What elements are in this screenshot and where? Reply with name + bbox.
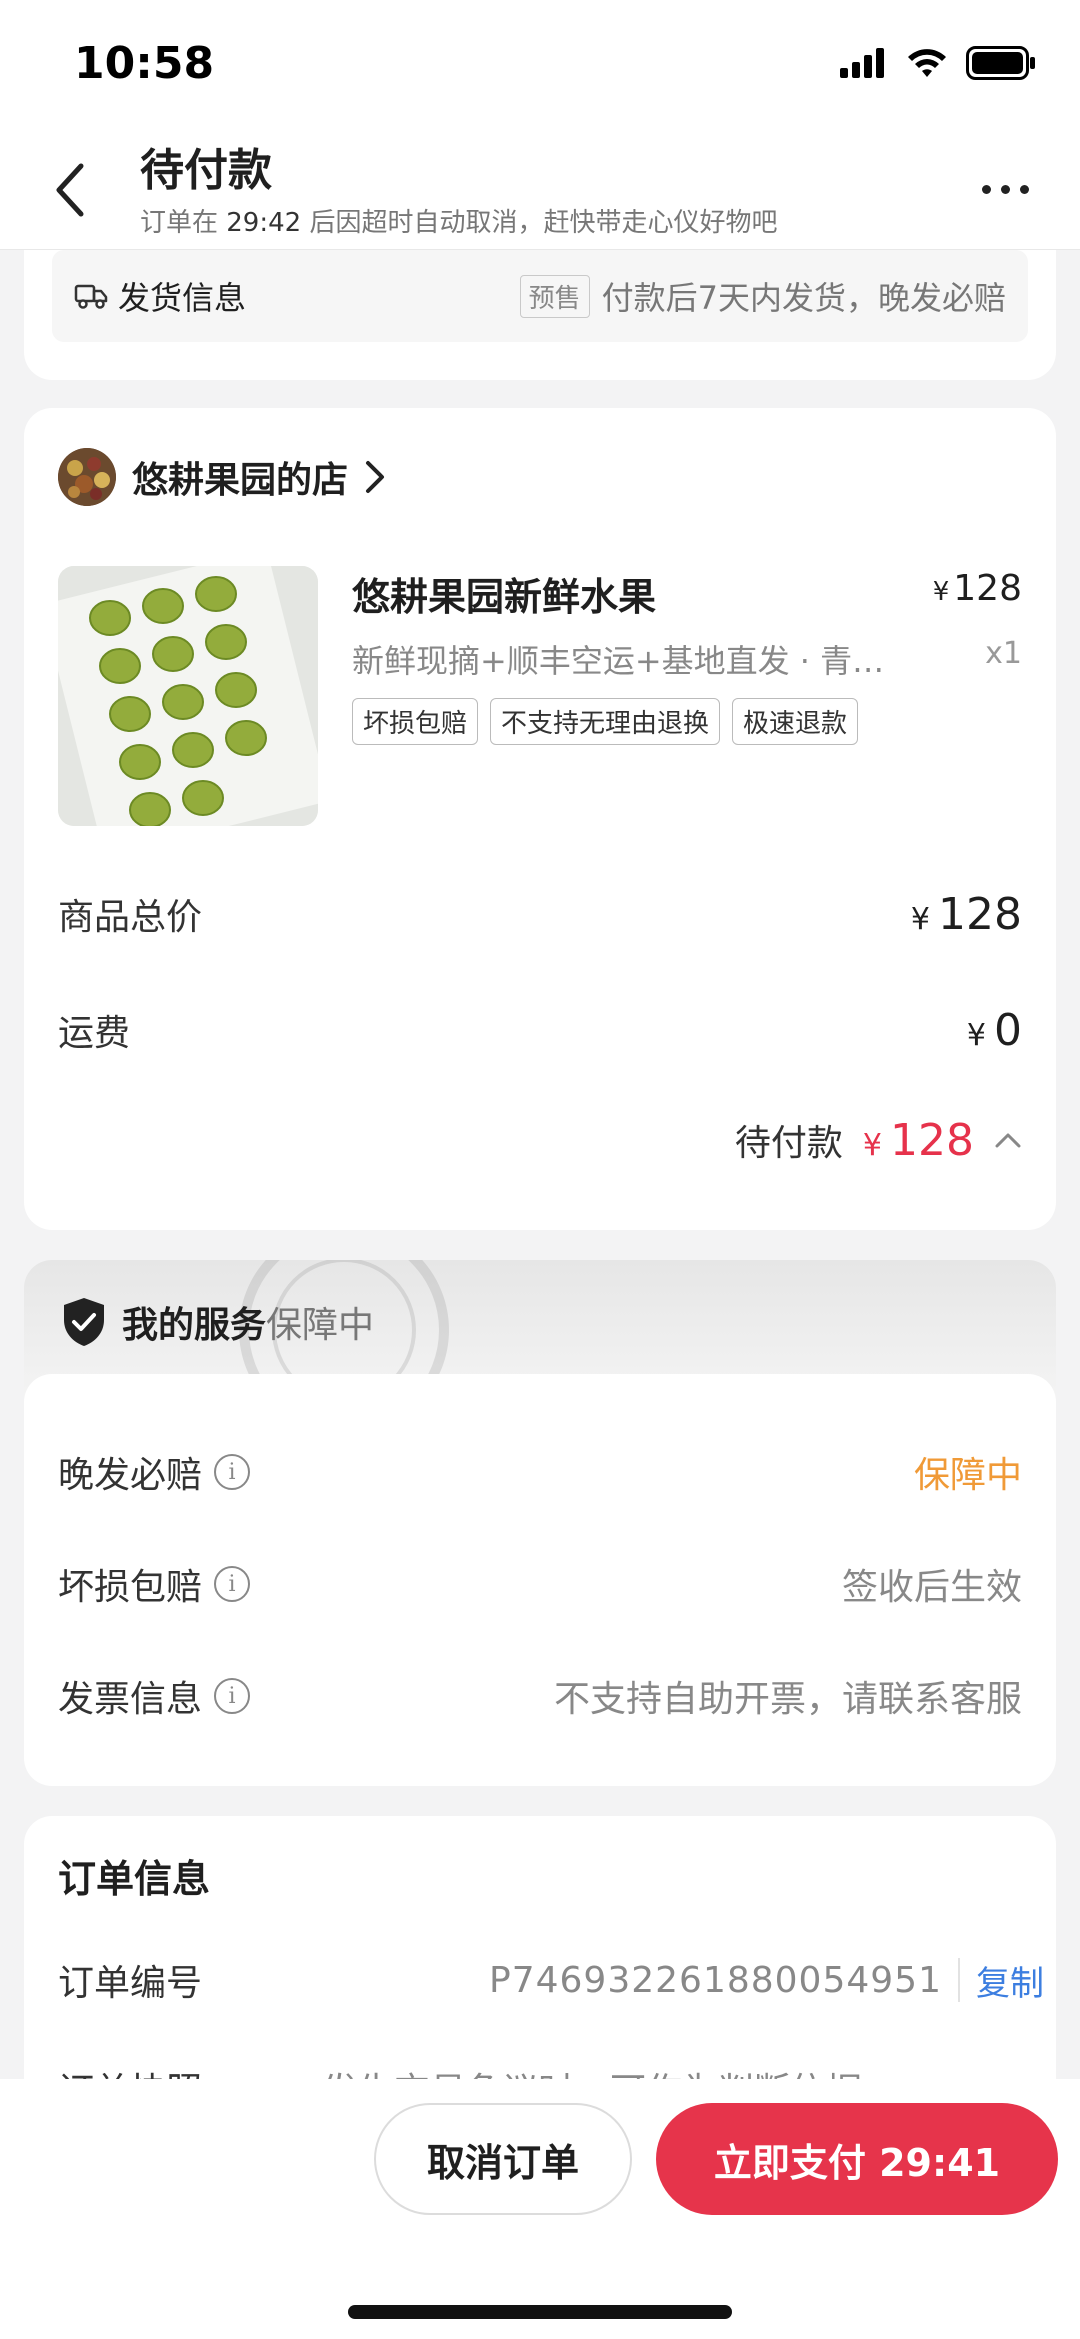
product-tags: 坏损包赔 不支持无理由退换 极速退款: [352, 698, 859, 745]
shop-name: 悠耕果园的店: [132, 460, 349, 501]
service-label: 坏损包赔 i: [58, 1558, 251, 1610]
total-price-amount: 128: [938, 888, 1022, 940]
service-row-damage[interactable]: 坏损包赔 i 签收后生效: [58, 1558, 1022, 1610]
copy-order-number-button[interactable]: 复制: [976, 1956, 1044, 2005]
tag-fast-refund: 极速退款: [732, 698, 859, 745]
total-price-row: 商品总价 ¥128: [58, 888, 1022, 940]
shipping-detail: 预售 付款后7天内发货，晚发必赔: [519, 273, 1006, 319]
pending-payment-value: ¥128: [863, 1115, 974, 1166]
shop-avatar: [58, 448, 116, 506]
order-number-label: 订单编号: [58, 1963, 203, 2004]
status-icons: [840, 46, 1036, 80]
shipping-fee-amount: 0: [994, 1004, 1022, 1056]
divider: [958, 1958, 960, 2002]
service-title: 我的服务 保障中: [60, 1296, 374, 1348]
status-time: 10:58: [74, 38, 215, 89]
shipping-fee-row: 运费 ¥0: [58, 1004, 1022, 1056]
service-label: 发票信息 i: [58, 1670, 251, 1722]
notice-countdown: 29:42: [226, 208, 302, 238]
product-image[interactable]: [58, 566, 318, 826]
product-quantity: x1: [985, 636, 1022, 671]
damage-status: 签收后生效: [841, 1567, 1022, 1608]
service-row-invoice[interactable]: 发票信息 i 不支持自助开票，请联系客服: [58, 1670, 1022, 1722]
cellular-signal-icon: [840, 48, 884, 78]
pending-payment-toggle[interactable]: 待付款 ¥128: [735, 1114, 1022, 1166]
shipping-fee-label: 运费: [58, 1013, 131, 1054]
shop-order-card: 悠耕果园的店 悠耕果园新鲜水果 ¥ 128 新鲜现摘+顺丰空运+基地直发 · 青…: [24, 408, 1056, 1230]
chevron-up-icon: [995, 1133, 1021, 1148]
product-price: ¥128: [933, 568, 1022, 609]
service-row-late-delivery[interactable]: 晚发必赔 i 保障中: [58, 1446, 1022, 1498]
pending-payment-label: 待付款: [734, 1123, 843, 1164]
more-options-button[interactable]: [970, 164, 1040, 214]
invoice-status: 不支持自助开票，请联系客服: [553, 1679, 1022, 1720]
page-header: 待付款 订单在 29:42 后因超时自动取消，赶快带走心仪好物吧: [0, 130, 1080, 250]
currency-symbol: ¥: [932, 577, 950, 607]
info-icon[interactable]: i: [214, 1454, 251, 1490]
order-number: P746932261880054951: [489, 1959, 942, 2001]
product-price-value: 128: [953, 568, 1022, 609]
service-card: 晚发必赔 i 保障中 坏损包赔 i 签收后生效 发票信息 i 不支持自助开票，请联系客…: [24, 1374, 1056, 1786]
damage-label: 坏损包赔: [58, 1567, 203, 1608]
status-bar: 10:58: [0, 0, 1080, 130]
tag-no-unconditional-return: 不支持无理由退换: [490, 698, 721, 745]
service-label: 晚发必赔 i: [58, 1446, 251, 1498]
cancel-order-button[interactable]: 取消订单: [374, 2103, 632, 2215]
chevron-left-icon: [56, 163, 84, 217]
chevron-right-icon: [366, 461, 385, 493]
currency-symbol: ¥: [966, 1017, 986, 1053]
tag-damage-compensation: 坏损包赔: [352, 698, 479, 745]
order-info-title: 订单信息: [58, 1857, 211, 1901]
shield-check-icon: [64, 1298, 104, 1346]
total-price-value: ¥128: [911, 889, 1022, 940]
dot-icon: [981, 184, 991, 194]
shop-link[interactable]: 悠耕果园的店: [58, 448, 386, 506]
currency-symbol: ¥: [862, 1127, 883, 1163]
service-title-text: 我的服务: [122, 1305, 267, 1346]
dot-icon: [1019, 184, 1029, 194]
late-delivery-label: 晚发必赔: [58, 1455, 203, 1496]
truck-icon: [74, 284, 108, 309]
home-indicator[interactable]: [348, 2305, 732, 2319]
notice-suffix: 后因超时自动取消，赶快带走心仪好物吧: [301, 208, 778, 238]
info-icon[interactable]: i: [214, 1566, 251, 1602]
bottom-action-bar: 取消订单 立即支付 29:41: [0, 2079, 1080, 2339]
back-button[interactable]: [40, 152, 100, 228]
countdown-notice: 订单在 29:42 后因超时自动取消，赶快带走心仪好物吧: [140, 202, 777, 239]
late-delivery-status: 保障中: [913, 1455, 1022, 1496]
info-icon[interactable]: i: [214, 1678, 251, 1714]
pending-payment-amount: 128: [890, 1114, 974, 1166]
shipping-promise: 付款后7天内发货，晚发必赔: [601, 279, 1006, 317]
presale-badge: 预售: [519, 274, 590, 318]
shipping-label: 发货信息: [118, 279, 247, 317]
shipping-card: 发货信息 预售 付款后7天内发货，晚发必赔: [24, 250, 1056, 380]
dot-icon: [1000, 184, 1010, 194]
invoice-label: 发票信息: [58, 1679, 203, 1720]
total-price-label: 商品总价: [58, 897, 203, 938]
product-spec: 新鲜现摘+顺丰空运+基地直发 · 青皮无花果: [352, 642, 912, 680]
pay-now-button[interactable]: 立即支付 29:41: [656, 2103, 1058, 2215]
currency-symbol: ¥: [910, 901, 931, 937]
notice-prefix: 订单在: [140, 208, 227, 238]
product-title[interactable]: 悠耕果园新鲜水果: [352, 566, 656, 621]
shipping-fee-value: ¥0: [967, 1005, 1022, 1056]
page-title: 待付款: [140, 145, 272, 196]
order-number-row: 订单编号 P746932261880054951 复制: [58, 1954, 1044, 2006]
shipping-info-row[interactable]: 发货信息 预售 付款后7天内发货，晚发必赔: [52, 250, 1028, 342]
wifi-icon: [908, 49, 946, 77]
service-status: 保障中: [266, 1305, 375, 1346]
battery-icon: [966, 46, 1035, 80]
